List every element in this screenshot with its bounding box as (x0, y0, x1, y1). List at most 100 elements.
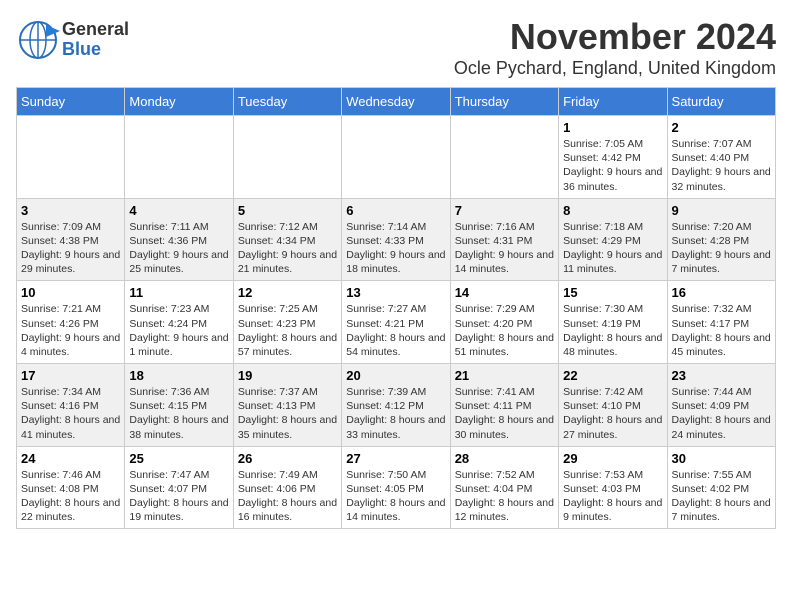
day-info: Sunrise: 7:11 AM Sunset: 4:36 PM Dayligh… (129, 220, 228, 277)
calendar-day-9: 9Sunrise: 7:20 AM Sunset: 4:28 PM Daylig… (667, 198, 775, 281)
calendar-empty-cell (450, 116, 558, 199)
calendar-day-30: 30 Sunrise: 7:55 AM Sunset: 4:02 PM Dayli… (667, 446, 775, 529)
day-number: 26 (238, 451, 337, 466)
title-section: November 2024 Ocle Pychard, England, Uni… (454, 16, 776, 79)
calendar-header-row: SundayMondayTuesdayWednesdayThursdayFrid… (17, 88, 776, 116)
calendar-header-thursday: Thursday (450, 88, 558, 116)
day-info: Sunrise: 7:36 AM Sunset: 4:15 PM Dayligh… (129, 385, 228, 442)
calendar-day-16: 16Sunrise: 7:32 AM Sunset: 4:17 PM Dayli… (667, 281, 775, 364)
logo-globe-icon (16, 21, 60, 59)
calendar-empty-cell (17, 116, 125, 199)
day-number: 18 (129, 368, 228, 383)
day-info: Sunrise: 7:05 AM Sunset: 4:42 PM Dayligh… (563, 137, 662, 194)
calendar-day-27: 27Sunrise: 7:50 AM Sunset: 4:05 PM Dayli… (342, 446, 450, 529)
day-number: 14 (455, 285, 554, 300)
day-info: Sunrise: 7:49 AM Sunset: 4:06 PM Dayligh… (238, 468, 337, 525)
calendar-day-26: 26 Sunrise: 7:49 AM Sunset: 4:06 PM Dayli… (233, 446, 341, 529)
calendar-header-saturday: Saturday (667, 88, 775, 116)
day-info: Sunrise: 7:16 AM Sunset: 4:31 PM Dayligh… (455, 220, 554, 277)
day-number: 4 (129, 203, 228, 218)
main-title: November 2024 (454, 16, 776, 58)
calendar-day-21: 21 Sunrise: 7:41 AM Sunset: 4:11 PM Dayli… (450, 364, 558, 447)
calendar-header-tuesday: Tuesday (233, 88, 341, 116)
calendar-day-22: 22 Sunrise: 7:42 AM Sunset: 4:10 PM Dayli… (559, 364, 667, 447)
day-number: 8 (563, 203, 662, 218)
calendar-day-1: 1 Sunrise: 7:05 AM Sunset: 4:42 PM Daylig… (559, 116, 667, 199)
day-info: Sunrise: 7:46 AM Sunset: 4:08 PM Dayligh… (21, 468, 120, 525)
calendar-day-13: 13 Sunrise: 7:27 AM Sunset: 4:21 PM Dayli… (342, 281, 450, 364)
day-number: 7 (455, 203, 554, 218)
day-number: 12 (238, 285, 337, 300)
calendar-day-7: 7 Sunrise: 7:16 AM Sunset: 4:31 PM Daylig… (450, 198, 558, 281)
day-number: 24 (21, 451, 120, 466)
day-number: 30 (672, 451, 771, 466)
calendar-week-row: 10 Sunrise: 7:21 AM Sunset: 4:26 PM Dayli… (17, 281, 776, 364)
calendar-day-24: 24 Sunrise: 7:46 AM Sunset: 4:08 PM Dayli… (17, 446, 125, 529)
calendar-table: SundayMondayTuesdayWednesdayThursdayFrid… (16, 87, 776, 529)
calendar-week-row: 24 Sunrise: 7:46 AM Sunset: 4:08 PM Dayli… (17, 446, 776, 529)
calendar-day-11: 11Sunrise: 7:23 AM Sunset: 4:24 PM Dayli… (125, 281, 233, 364)
calendar-week-row: 17Sunrise: 7:34 AM Sunset: 4:16 PM Dayli… (17, 364, 776, 447)
day-info: Sunrise: 7:14 AM Sunset: 4:33 PM Dayligh… (346, 220, 445, 277)
calendar-day-20: 20Sunrise: 7:39 AM Sunset: 4:12 PM Dayli… (342, 364, 450, 447)
calendar-week-row: 3 Sunrise: 7:09 AM Sunset: 4:38 PM Daylig… (17, 198, 776, 281)
day-info: Sunrise: 7:29 AM Sunset: 4:20 PM Dayligh… (455, 302, 554, 359)
day-number: 27 (346, 451, 445, 466)
day-number: 17 (21, 368, 120, 383)
day-info: Sunrise: 7:47 AM Sunset: 4:07 PM Dayligh… (129, 468, 228, 525)
day-number: 29 (563, 451, 662, 466)
day-number: 1 (563, 120, 662, 135)
day-info: Sunrise: 7:09 AM Sunset: 4:38 PM Dayligh… (21, 220, 120, 277)
day-info: Sunrise: 7:18 AM Sunset: 4:29 PM Dayligh… (563, 220, 662, 277)
day-number: 15 (563, 285, 662, 300)
day-info: Sunrise: 7:41 AM Sunset: 4:11 PM Dayligh… (455, 385, 554, 442)
calendar-day-18: 18 Sunrise: 7:36 AM Sunset: 4:15 PM Dayli… (125, 364, 233, 447)
day-info: Sunrise: 7:52 AM Sunset: 4:04 PM Dayligh… (455, 468, 554, 525)
day-number: 3 (21, 203, 120, 218)
day-info: Sunrise: 7:12 AM Sunset: 4:34 PM Dayligh… (238, 220, 337, 277)
calendar-header-friday: Friday (559, 88, 667, 116)
day-number: 19 (238, 368, 337, 383)
calendar-day-4: 4 Sunrise: 7:11 AM Sunset: 4:36 PM Daylig… (125, 198, 233, 281)
calendar-empty-cell (342, 116, 450, 199)
day-number: 9 (672, 203, 771, 218)
day-number: 22 (563, 368, 662, 383)
day-number: 13 (346, 285, 445, 300)
day-info: Sunrise: 7:44 AM Sunset: 4:09 PM Dayligh… (672, 385, 771, 442)
calendar-empty-cell (233, 116, 341, 199)
day-info: Sunrise: 7:21 AM Sunset: 4:26 PM Dayligh… (21, 302, 120, 359)
day-number: 25 (129, 451, 228, 466)
day-info: Sunrise: 7:53 AM Sunset: 4:03 PM Dayligh… (563, 468, 662, 525)
header: General Blue November 2024 Ocle Pychard,… (16, 16, 776, 79)
day-number: 5 (238, 203, 337, 218)
day-info: Sunrise: 7:42 AM Sunset: 4:10 PM Dayligh… (563, 385, 662, 442)
calendar-empty-cell (125, 116, 233, 199)
calendar-day-12: 12 Sunrise: 7:25 AM Sunset: 4:23 PM Dayli… (233, 281, 341, 364)
calendar-header-monday: Monday (125, 88, 233, 116)
day-info: Sunrise: 7:55 AM Sunset: 4:02 PM Dayligh… (672, 468, 771, 525)
calendar-day-14: 14 Sunrise: 7:29 AM Sunset: 4:20 PM Dayli… (450, 281, 558, 364)
calendar-day-2: 2Sunrise: 7:07 AM Sunset: 4:40 PM Daylig… (667, 116, 775, 199)
calendar-day-6: 6 Sunrise: 7:14 AM Sunset: 4:33 PM Daylig… (342, 198, 450, 281)
day-info: Sunrise: 7:30 AM Sunset: 4:19 PM Dayligh… (563, 302, 662, 359)
calendar-header-wednesday: Wednesday (342, 88, 450, 116)
day-info: Sunrise: 7:32 AM Sunset: 4:17 PM Dayligh… (672, 302, 771, 359)
calendar-day-19: 19 Sunrise: 7:37 AM Sunset: 4:13 PM Dayli… (233, 364, 341, 447)
day-info: Sunrise: 7:07 AM Sunset: 4:40 PM Dayligh… (672, 137, 771, 194)
day-number: 20 (346, 368, 445, 383)
day-number: 21 (455, 368, 554, 383)
calendar-day-10: 10 Sunrise: 7:21 AM Sunset: 4:26 PM Dayli… (17, 281, 125, 364)
logo-general-text: General (62, 20, 129, 40)
calendar-day-8: 8 Sunrise: 7:18 AM Sunset: 4:29 PM Daylig… (559, 198, 667, 281)
subtitle: Ocle Pychard, England, United Kingdom (454, 58, 776, 79)
calendar-header-sunday: Sunday (17, 88, 125, 116)
day-info: Sunrise: 7:25 AM Sunset: 4:23 PM Dayligh… (238, 302, 337, 359)
day-info: Sunrise: 7:27 AM Sunset: 4:21 PM Dayligh… (346, 302, 445, 359)
logo: General Blue (16, 20, 129, 60)
calendar-day-17: 17Sunrise: 7:34 AM Sunset: 4:16 PM Dayli… (17, 364, 125, 447)
day-number: 28 (455, 451, 554, 466)
day-number: 10 (21, 285, 120, 300)
calendar-day-15: 15 Sunrise: 7:30 AM Sunset: 4:19 PM Dayli… (559, 281, 667, 364)
day-number: 6 (346, 203, 445, 218)
day-info: Sunrise: 7:37 AM Sunset: 4:13 PM Dayligh… (238, 385, 337, 442)
